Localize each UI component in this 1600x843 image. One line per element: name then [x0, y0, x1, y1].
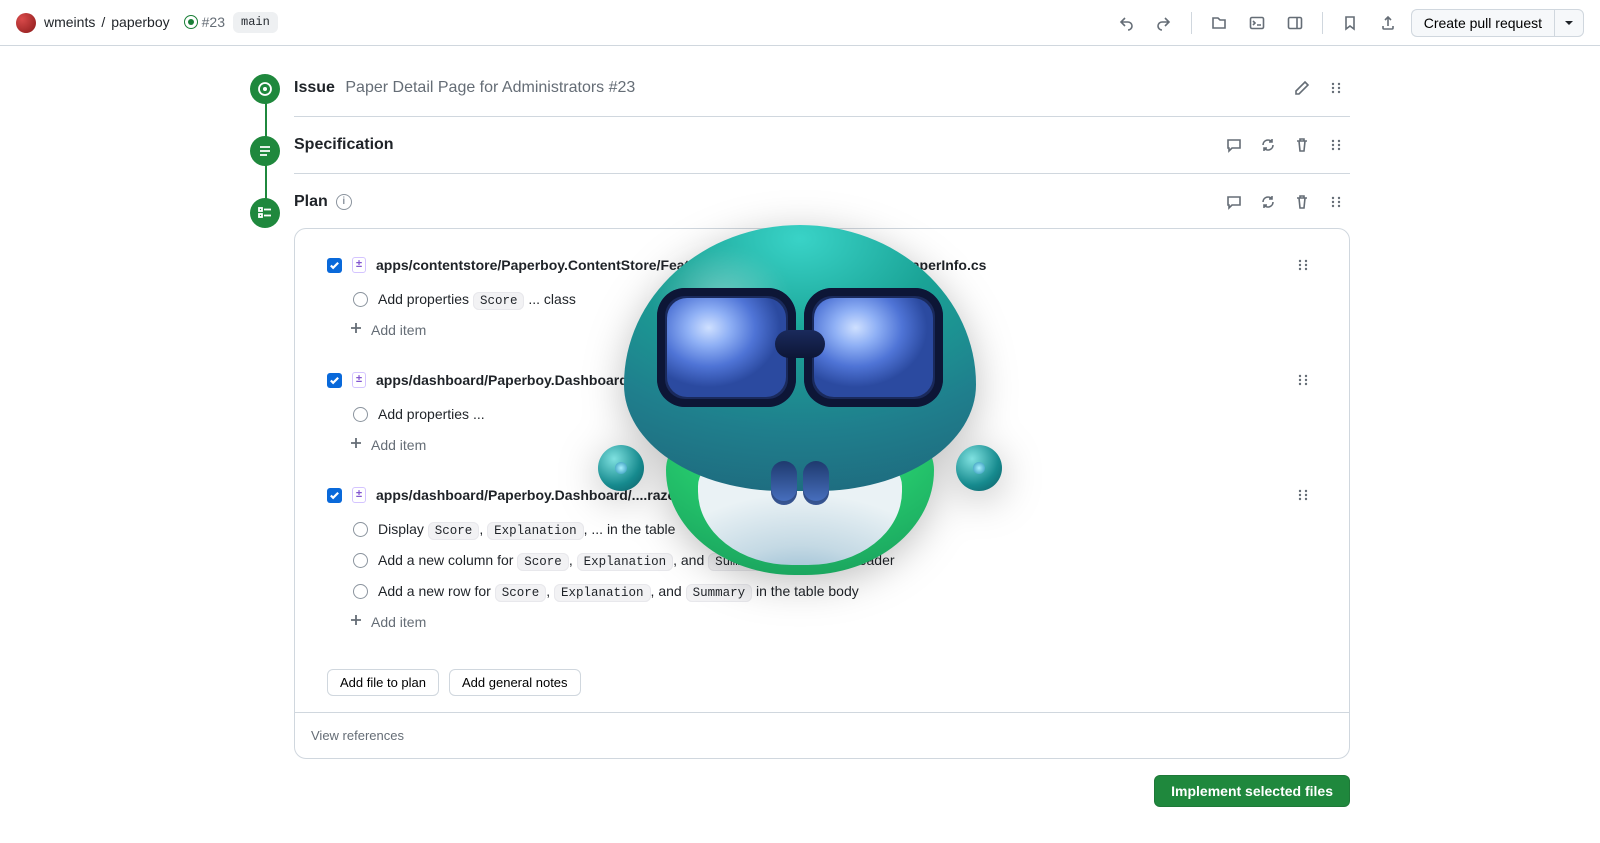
panel-icon[interactable]: [1280, 8, 1310, 38]
task-checkbox[interactable]: [353, 292, 368, 307]
plus-icon: [349, 435, 363, 455]
branch-tag[interactable]: main: [233, 12, 278, 33]
issue-open-icon: [184, 15, 198, 29]
plus-icon: [349, 612, 363, 632]
file-group: apps/dashboard/Paperboy.Dashboard/...cs A…: [327, 366, 1317, 455]
task-text: Add properties ...: [378, 404, 485, 424]
drag-handle-icon[interactable]: [1289, 366, 1317, 394]
file-checkbox[interactable]: [327, 488, 342, 503]
comment-icon[interactable]: [1220, 131, 1248, 159]
plus-icon: [349, 320, 363, 340]
drag-handle-icon[interactable]: [1322, 74, 1350, 102]
diff-chip-icon: [352, 487, 366, 503]
file-group: apps/contentstore/Paperboy.ContentStore/…: [327, 251, 1317, 340]
issue-ref[interactable]: #23: [184, 12, 225, 32]
toolbar-sep: [1191, 12, 1192, 34]
bookmark-icon[interactable]: [1335, 8, 1365, 38]
top-toolbar: wmeints / paperboy #23 main Create pull …: [0, 0, 1600, 46]
share-icon[interactable]: [1373, 8, 1403, 38]
code-chip: Score: [495, 584, 547, 602]
refresh-icon[interactable]: [1254, 188, 1282, 216]
toolbar-sep: [1322, 12, 1323, 34]
drag-handle-icon[interactable]: [1289, 481, 1317, 509]
node-plan-icon: [250, 198, 280, 228]
task-checkbox[interactable]: [353, 553, 368, 568]
plan-row: Plan i: [294, 174, 1350, 222]
drag-handle-icon[interactable]: [1289, 251, 1317, 279]
task-checkbox[interactable]: [353, 522, 368, 537]
file-line: apps/contentstore/Paperboy.ContentStore/…: [327, 251, 1317, 279]
diff-chip-icon: [352, 257, 366, 273]
file-line: apps/dashboard/Paperboy.Dashboard/....ra…: [327, 481, 1317, 509]
task-checkbox[interactable]: [353, 407, 368, 422]
add-item[interactable]: Add item: [349, 612, 1317, 632]
refresh-icon[interactable]: [1254, 131, 1282, 159]
card-footer: View references: [295, 712, 1349, 758]
code-chip: Score: [517, 553, 569, 571]
task-text: Add a new row for Score, Explanation, an…: [378, 581, 859, 602]
plan-label: Plan: [294, 190, 328, 213]
code-chip: Summary: [686, 584, 753, 602]
spec-row: Specification: [294, 117, 1350, 174]
drag-handle-icon[interactable]: [1322, 131, 1350, 159]
code-chip: Explanation: [554, 584, 651, 602]
issue-row: Issue Paper Detail Page for Administrato…: [294, 62, 1350, 117]
node-spec-icon: [250, 136, 280, 166]
task-checkbox[interactable]: [353, 584, 368, 599]
files-icon[interactable]: [1204, 8, 1234, 38]
diff-chip-icon: [352, 372, 366, 388]
node-issue-icon: [250, 74, 280, 104]
owner-link[interactable]: wmeints: [44, 12, 95, 32]
page: Issue Paper Detail Page for Administrato…: [226, 46, 1374, 843]
terminal-icon[interactable]: [1242, 8, 1272, 38]
redo-icon[interactable]: [1149, 8, 1179, 38]
code-chip: Score: [428, 522, 480, 540]
plan-card: apps/contentstore/Paperboy.ContentStore/…: [294, 228, 1350, 759]
file-path[interactable]: apps/dashboard/Paperboy.Dashboard/....ra…: [376, 485, 681, 505]
undo-icon[interactable]: [1111, 8, 1141, 38]
create-pr: Create pull request: [1411, 9, 1584, 37]
crumb-sep: /: [101, 12, 105, 32]
task-item: Display Score, Explanation, ... in the t…: [353, 519, 1317, 540]
code-chip: Score: [473, 292, 525, 310]
task-text: Add a new column for Score, Explanation,…: [378, 550, 895, 571]
add-notes-button[interactable]: Add general notes: [449, 669, 581, 696]
task-text: Display Score, Explanation, ... in the t…: [378, 519, 675, 540]
file-group: apps/dashboard/Paperboy.Dashboard/....ra…: [327, 481, 1317, 633]
trash-icon[interactable]: [1288, 131, 1316, 159]
issue-title: Paper Detail Page for Administrators #23: [345, 79, 635, 96]
info-icon[interactable]: i: [336, 194, 352, 210]
file-path[interactable]: apps/contentstore/Paperboy.ContentStore/…: [376, 255, 986, 275]
spec-label: Specification: [294, 133, 394, 156]
add-item[interactable]: Add item: [349, 320, 1317, 340]
owner-avatar[interactable]: [16, 13, 36, 33]
task-item: Add a new row for Score, Explanation, an…: [353, 581, 1317, 602]
trash-icon[interactable]: [1288, 188, 1316, 216]
view-references-link[interactable]: View references: [311, 728, 404, 743]
task-text: Add properties Score ... class: [378, 289, 576, 310]
breadcrumb: wmeints / paperboy: [44, 12, 170, 32]
code-chip: Summary: [708, 553, 775, 571]
implement-button[interactable]: Implement selected files: [1154, 775, 1350, 807]
code-chip: Explanation: [577, 553, 674, 571]
repo-link[interactable]: paperboy: [111, 12, 169, 32]
add-file-button[interactable]: Add file to plan: [327, 669, 439, 696]
task-item: Add properties Score ... class: [353, 289, 1317, 310]
create-pr-dropdown[interactable]: [1554, 9, 1584, 37]
edit-icon[interactable]: [1288, 74, 1316, 102]
issue-label: Issue: [294, 79, 335, 96]
task-item: Add a new column for Score, Explanation,…: [353, 550, 1317, 571]
file-checkbox[interactable]: [327, 258, 342, 273]
create-pr-button[interactable]: Create pull request: [1411, 9, 1554, 37]
comment-icon[interactable]: [1220, 188, 1248, 216]
timeline: Issue Paper Detail Page for Administrato…: [250, 62, 1350, 222]
drag-handle-icon[interactable]: [1322, 188, 1350, 216]
task-item: Add properties ...: [353, 404, 1317, 424]
add-item[interactable]: Add item: [349, 435, 1317, 455]
code-chip: Explanation: [487, 522, 584, 540]
file-line: apps/dashboard/Paperboy.Dashboard/...cs: [327, 366, 1317, 394]
file-path[interactable]: apps/dashboard/Paperboy.Dashboard/...cs: [376, 370, 659, 390]
file-checkbox[interactable]: [327, 373, 342, 388]
